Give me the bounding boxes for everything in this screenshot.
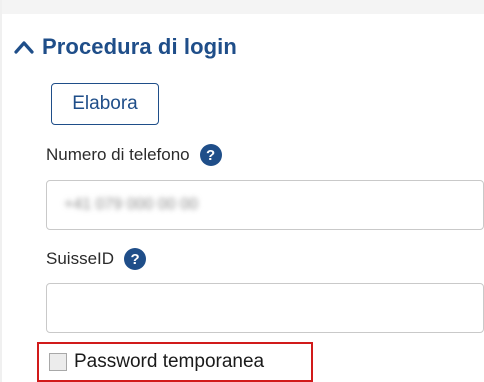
phone-help-icon[interactable]: ? <box>199 144 222 166</box>
suisseid-label: SuisseID <box>46 249 115 268</box>
suisseid-help-icon[interactable]: ? <box>124 248 147 270</box>
section-header[interactable]: Procedura di login <box>14 34 237 60</box>
temp-password-label[interactable]: Password temporanea <box>74 351 264 373</box>
suisseid-label-row: SuisseID ? <box>46 248 147 270</box>
left-rule <box>0 0 2 382</box>
section-title: Procedura di login <box>42 34 237 59</box>
phone-input[interactable] <box>46 180 484 230</box>
chevron-up-icon[interactable] <box>14 39 34 55</box>
elabora-button[interactable]: Elabora <box>51 83 159 125</box>
phone-label-row: Numero di telefono ? <box>46 144 222 166</box>
temp-password-option[interactable]: Password temporanea <box>37 342 313 382</box>
phone-label: Numero di telefono <box>46 145 190 164</box>
top-band <box>0 0 484 14</box>
suisseid-input[interactable] <box>46 283 484 333</box>
temp-password-checkbox[interactable] <box>49 353 67 371</box>
